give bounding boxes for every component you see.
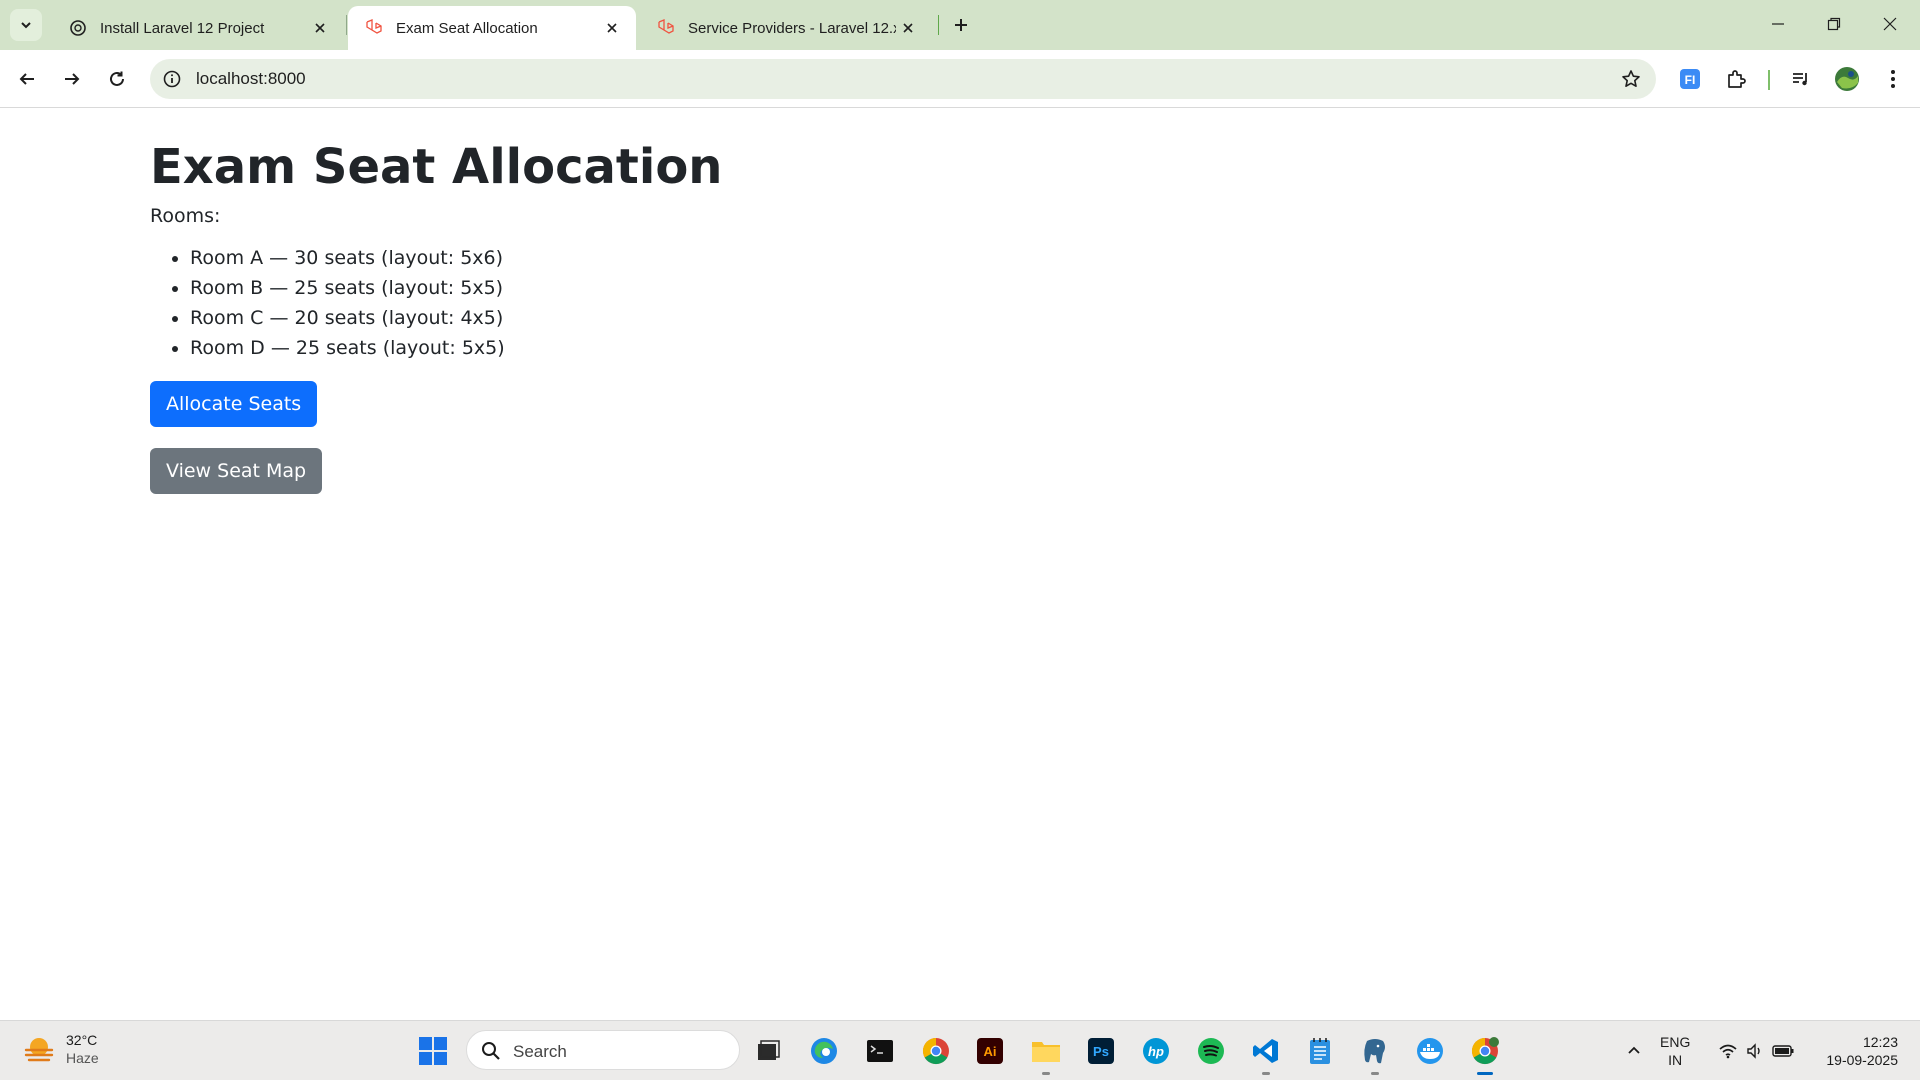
arrow-right-icon <box>65 73 80 85</box>
running-indicator <box>1371 1072 1379 1075</box>
tab-title: Exam Seat Allocation <box>396 19 538 37</box>
windows-start-button[interactable] <box>418 1036 448 1066</box>
weather-temperature: 32°C <box>66 1032 98 1048</box>
room-list: Room A — 30 seats (layout: 5x6) Room B —… <box>150 243 722 363</box>
restore-button[interactable] <box>1806 0 1862 48</box>
svg-text:hp: hp <box>1148 1044 1164 1059</box>
search-icon <box>482 1042 500 1060</box>
chevron-down-icon <box>21 22 31 29</box>
windows-logo-icon <box>419 1037 447 1065</box>
svg-text:FI: FI <box>1685 73 1696 87</box>
region-code: IN <box>1668 1052 1683 1068</box>
new-tab-button[interactable] <box>946 10 976 40</box>
restore-icon <box>1827 17 1841 31</box>
arrow-left-icon <box>19 73 34 85</box>
reload-icon <box>110 71 124 86</box>
tab-title: Install Laravel 12 Project <box>100 19 265 37</box>
main-content: Exam Seat Allocation Rooms: Room A — 30 … <box>150 139 722 515</box>
rooms-label: Rooms: <box>150 204 221 227</box>
toolbar-divider <box>1768 70 1770 90</box>
bookmark-star-icon[interactable] <box>1618 66 1644 92</box>
vscode-icon[interactable] <box>1246 1031 1286 1075</box>
search-placeholder: Search <box>513 1042 567 1061</box>
close-icon[interactable] <box>600 16 624 40</box>
spotify-icon[interactable] <box>1191 1031 1231 1071</box>
laravel-icon <box>364 18 384 38</box>
clock-date: 19-09-2025 <box>1826 1052 1898 1068</box>
haze-sun-icon <box>24 1038 54 1062</box>
plus-icon <box>955 19 967 31</box>
url-text[interactable]: localhost:8000 <box>196 69 306 89</box>
address-bar[interactable]: localhost:8000 <box>150 59 1656 99</box>
media-control-icon[interactable] <box>1785 63 1817 95</box>
tab-separator <box>346 15 347 35</box>
file-explorer-icon[interactable] <box>1026 1031 1066 1075</box>
minimize-button[interactable] <box>1750 0 1806 48</box>
postgresql-icon[interactable] <box>1355 1031 1395 1075</box>
browser-toolbar: localhost:8000 FI <box>0 50 1920 108</box>
site-info-icon[interactable] <box>160 67 184 91</box>
clock-time: 12:23 <box>1862 1034 1898 1050</box>
system-clock[interactable]: 12:23 19-09-2025 <box>1826 1033 1898 1069</box>
extensions-puzzle-icon[interactable] <box>1720 63 1752 95</box>
tab-separator <box>938 15 939 35</box>
allocate-seats-button[interactable]: Allocate Seats <box>150 380 318 427</box>
taskbar-search-box[interactable]: Search <box>466 1030 740 1070</box>
back-button[interactable] <box>9 61 45 97</box>
view-seat-map-button[interactable]: View Seat Map <box>150 447 323 494</box>
list-item: Room B — 25 seats (layout: 5x5) <box>190 273 722 303</box>
language-indicator[interactable]: ENG IN <box>1660 1033 1690 1069</box>
terminal-icon[interactable] <box>860 1031 900 1071</box>
svg-text:Ai: Ai <box>984 1044 997 1059</box>
tab-service-providers[interactable]: Service Providers - Laravel 12.x <box>640 6 932 50</box>
menu-kebab-icon[interactable] <box>1877 63 1909 95</box>
close-icon <box>1883 17 1897 31</box>
reload-button[interactable] <box>99 61 135 97</box>
page-viewport: Exam Seat Allocation Rooms: Room A — 30 … <box>0 109 1920 1020</box>
hp-icon[interactable]: hp <box>1136 1031 1176 1071</box>
running-indicator <box>1042 1072 1050 1075</box>
tab-exam-seat-allocation[interactable]: Exam Seat Allocation <box>348 6 636 50</box>
language-code: ENG <box>1660 1034 1691 1050</box>
volume-icon[interactable] <box>1742 1031 1768 1071</box>
notepad-icon[interactable] <box>1300 1031 1340 1071</box>
close-window-button[interactable] <box>1862 0 1918 48</box>
profile-avatar[interactable] <box>1831 63 1863 95</box>
tab-search-button[interactable] <box>10 9 42 41</box>
close-icon[interactable] <box>896 16 920 40</box>
wifi-icon[interactable] <box>1714 1031 1742 1071</box>
weather-condition: Haze <box>66 1050 99 1066</box>
show-hidden-icons-button[interactable] <box>1622 1031 1646 1071</box>
minimize-icon <box>1772 23 1784 25</box>
illustrator-icon[interactable]: Ai <box>970 1031 1010 1071</box>
docker-icon[interactable] <box>1410 1031 1450 1071</box>
forward-button[interactable] <box>54 61 90 97</box>
chatgpt-icon <box>68 18 88 38</box>
list-item: Room A — 30 seats (layout: 5x6) <box>190 243 722 273</box>
weather-widget[interactable]: 32°C Haze <box>22 1031 99 1067</box>
close-icon[interactable] <box>308 16 332 40</box>
battery-icon[interactable] <box>1768 1031 1798 1071</box>
tab-strip: Install Laravel 12 Project Exam Seat All… <box>0 0 1920 50</box>
svg-text:Ps: Ps <box>1093 1044 1109 1059</box>
tab-title: Service Providers - Laravel 12.x <box>688 19 896 37</box>
running-indicator <box>1477 1072 1493 1075</box>
extension-fi-icon[interactable]: FI <box>1674 63 1706 95</box>
list-item: Room C — 20 seats (layout: 4x5) <box>190 303 722 333</box>
list-item: Room D — 25 seats (layout: 5x5) <box>190 333 722 363</box>
chrome-active-icon[interactable] <box>1465 1031 1505 1075</box>
laravel-icon <box>656 18 676 38</box>
chrome-icon[interactable] <box>916 1031 956 1071</box>
windows-taskbar: 32°C Haze Search Ai Ps hp ENG IN 12:23 1… <box>0 1020 1920 1080</box>
page-title: Exam Seat Allocation <box>150 139 723 195</box>
running-indicator <box>1262 1072 1270 1075</box>
task-view-icon[interactable] <box>748 1031 788 1071</box>
tab-install-laravel[interactable]: Install Laravel 12 Project <box>52 6 344 50</box>
edge-icon[interactable] <box>804 1031 844 1071</box>
photoshop-icon[interactable]: Ps <box>1081 1031 1121 1071</box>
chevron-up-icon <box>1628 1046 1640 1054</box>
